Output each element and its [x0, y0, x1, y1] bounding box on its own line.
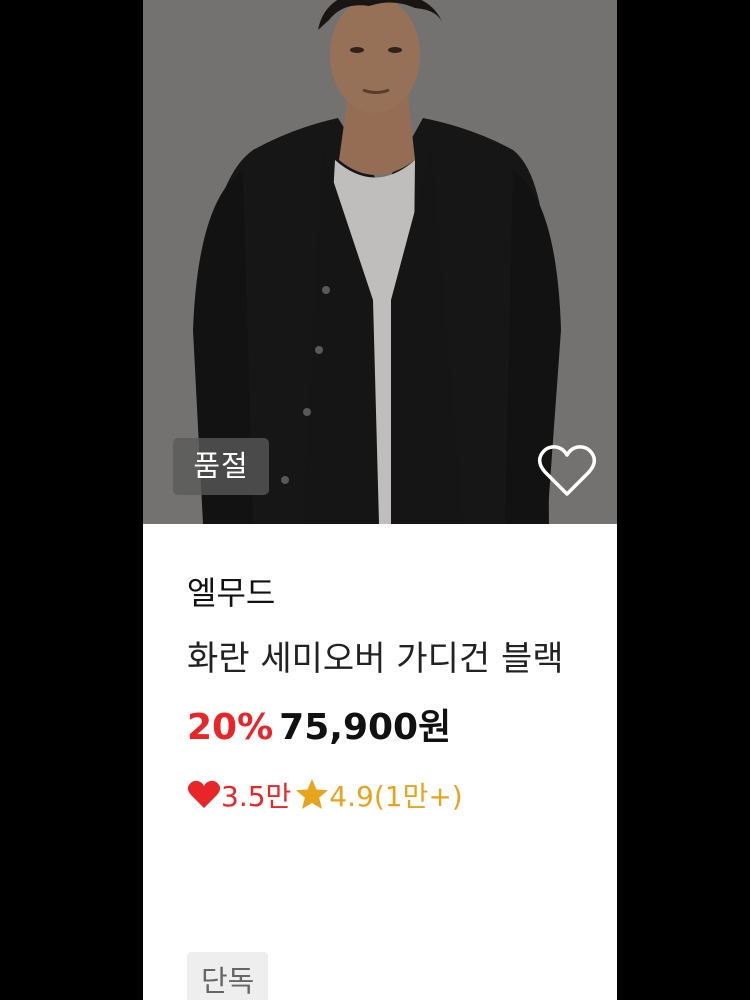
exclusive-badge: 단독 — [187, 952, 269, 1000]
brand-name[interactable]: 엘무드 — [187, 568, 607, 618]
price-row: 20% 75,900원 — [187, 702, 607, 754]
product-title[interactable]: 화란 세미오버 가디건 블랙 — [187, 634, 587, 684]
soldout-badge: 품절 — [173, 438, 269, 495]
price: 75,900원 — [279, 707, 452, 748]
heart-filled-icon — [187, 778, 221, 824]
rating: 4.9(1만+) — [329, 780, 463, 813]
star-icon — [295, 778, 329, 824]
heart-outline-icon — [537, 445, 597, 496]
stats-row: 3.5만 4.9(1만+) — [187, 774, 607, 820]
product-card[interactable]: 품절 엘무드 화란 세미오버 가디건 블랙 20% 75,900원 3.5만 4.… — [143, 0, 617, 1000]
product-info: 엘무드 화란 세미오버 가디건 블랙 20% 75,900원 3.5만 4.9(1… — [187, 568, 607, 820]
wishlist-button[interactable] — [537, 444, 597, 500]
discount-rate: 20% — [187, 707, 274, 748]
like-count: 3.5만 — [221, 780, 292, 813]
product-image[interactable]: 품절 — [143, 0, 617, 524]
